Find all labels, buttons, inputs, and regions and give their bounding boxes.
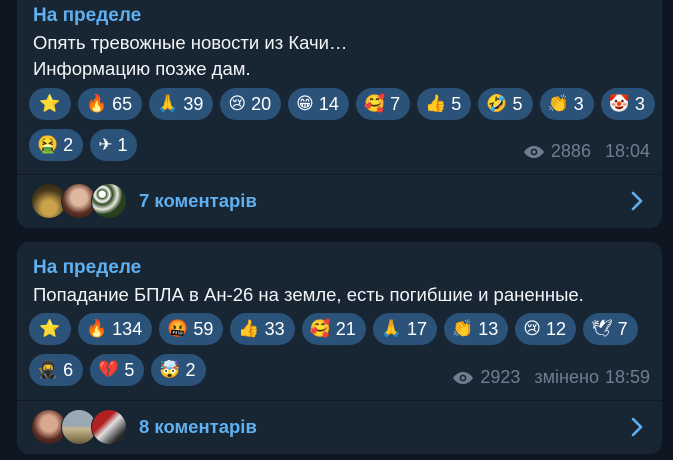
views-eye-icon <box>453 371 474 384</box>
reaction-chip-crying[interactable]: 😢 12 <box>515 313 576 345</box>
rofl-icon: 🤣 <box>486 94 508 113</box>
reaction-chip-clap[interactable]: 👏 13 <box>444 313 509 345</box>
comments-count-label[interactable]: 7 коментарів <box>139 190 257 212</box>
reaction-count: 20 <box>251 94 272 114</box>
reaction-chip-star[interactable]: ⭐ <box>29 313 71 345</box>
reaction-chip-clap[interactable]: 👏 3 <box>539 88 594 120</box>
comments-link[interactable]: 8 коментарів <box>17 401 662 453</box>
reaction-count: 39 <box>183 94 204 114</box>
reaction-chip-clown[interactable]: 🤡 3 <box>600 88 655 120</box>
chevron-right-icon[interactable] <box>630 417 644 437</box>
comments-link[interactable]: 7 коментарів <box>17 175 662 227</box>
vomit-face-icon: 🤮 <box>37 135 59 154</box>
star-icon: ⭐ <box>39 94 61 113</box>
smiling-hearts-icon: 🥰 <box>363 94 386 113</box>
reaction-chip-grin[interactable]: 😁 14 <box>288 88 349 120</box>
broken-heart-icon: 💔 <box>98 360 120 379</box>
airplane-icon: ✈ <box>98 135 113 154</box>
reaction-chip-airplane[interactable]: ✈ 1 <box>90 129 138 161</box>
commenter-avatars <box>31 409 131 445</box>
crying-face-icon: 😢 <box>523 319 541 338</box>
reaction-chip-smiling-hearts[interactable]: 🥰 7 <box>355 88 411 120</box>
avatar <box>91 183 127 219</box>
reaction-count: 1 <box>117 135 128 155</box>
reaction-count: 134 <box>112 319 143 339</box>
exploding-head-icon: 🤯 <box>159 360 181 379</box>
thumbs-up-icon: 👍 <box>238 319 260 338</box>
reaction-count: 3 <box>573 94 584 114</box>
reaction-count: 65 <box>112 94 133 114</box>
reaction-count: 33 <box>264 319 285 339</box>
message-text-line: Опять тревожные новости из Качи… <box>33 32 348 53</box>
channel-author-name[interactable]: На пределе <box>33 5 141 27</box>
message-meta: 2923 змінено 18:59 <box>452 367 650 388</box>
message-text-line: Информацию позже дам. <box>33 58 251 79</box>
reaction-count: 13 <box>478 319 499 339</box>
clown-icon: 🤡 <box>608 94 630 113</box>
pray-icon: 🙏 <box>380 319 402 338</box>
message-bubble[interactable]: На пределе Опять тревожные новости из Ка… <box>17 0 662 228</box>
reaction-count: 12 <box>545 319 566 339</box>
reaction-chip-broken-heart[interactable]: 💔 5 <box>90 354 145 386</box>
reaction-chip-cursing[interactable]: 🤬 59 <box>159 313 224 345</box>
edited-label: змінено <box>534 367 599 387</box>
comments-count-label[interactable]: 8 коментарів <box>139 416 257 438</box>
clap-icon: 👏 <box>452 319 474 338</box>
views-count: 2886 <box>550 141 591 161</box>
chevron-right-icon[interactable] <box>630 191 644 211</box>
reaction-chip-fire[interactable]: 🔥 134 <box>78 313 153 345</box>
reaction-count: 2 <box>185 360 196 380</box>
reaction-count: 7 <box>390 94 401 114</box>
reaction-chip-exploding-head[interactable]: 🤯 2 <box>151 354 206 386</box>
reaction-chip-dove[interactable]: 🕊 7 <box>583 313 638 345</box>
reaction-chip-rofl[interactable]: 🤣 5 <box>478 88 533 120</box>
reaction-count: 17 <box>407 319 428 339</box>
reaction-count: 14 <box>318 94 339 114</box>
grin-icon: 😁 <box>296 94 314 113</box>
reaction-chip-fire[interactable]: 🔥 65 <box>78 88 143 120</box>
commenter-avatars <box>31 183 131 219</box>
reaction-chip-smiling-hearts[interactable]: 🥰 21 <box>301 313 366 345</box>
reaction-chip-thumbs-up[interactable]: 👍 33 <box>230 313 295 345</box>
reaction-chip-pray[interactable]: 🙏 17 <box>372 313 438 345</box>
reaction-chip-thumbs-up[interactable]: 👍 5 <box>417 88 472 120</box>
reaction-count: 6 <box>63 360 74 380</box>
avatar <box>91 409 127 445</box>
channel-author-name[interactable]: На пределе <box>33 257 141 279</box>
reaction-count: 3 <box>634 94 645 114</box>
reaction-count: 7 <box>617 319 628 339</box>
reaction-count: 21 <box>335 319 356 339</box>
message-text-line: Попадание БПЛА в Ан-26 на земле, есть по… <box>33 284 584 305</box>
message-time: 18:59 <box>604 367 650 387</box>
cursing-face-icon: 🤬 <box>167 319 189 338</box>
thumbs-up-icon: 👍 <box>425 94 447 113</box>
pray-icon: 🙏 <box>157 94 179 113</box>
reaction-count: 59 <box>193 319 214 339</box>
fire-icon: 🔥 <box>86 94 108 113</box>
reaction-chip-crying[interactable]: 😢 20 <box>220 88 282 120</box>
reaction-count: 5 <box>512 94 523 114</box>
reaction-chip-pray[interactable]: 🙏 39 <box>149 88 214 120</box>
message-meta: 2886 18:04 <box>523 141 650 162</box>
clap-icon: 👏 <box>547 94 569 113</box>
views-count: 2923 <box>480 367 521 387</box>
reaction-chip-star[interactable]: ⭐ <box>29 88 71 120</box>
reaction-chip-vomit[interactable]: 🤮 2 <box>29 129 84 161</box>
reaction-chip-ninja[interactable]: 🥷 6 <box>29 354 84 386</box>
crying-face-icon: 😢 <box>228 94 247 113</box>
reaction-count: 5 <box>451 94 462 114</box>
views-eye-icon <box>523 145 544 158</box>
message-time: 18:04 <box>604 141 650 161</box>
reaction-count: 2 <box>63 135 74 155</box>
smiling-hearts-icon: 🥰 <box>309 319 331 338</box>
dove-icon: 🕊 <box>591 319 613 338</box>
star-icon: ⭐ <box>39 319 61 338</box>
message-bubble[interactable]: На пределе Попадание БПЛА в Ан-26 на зем… <box>17 242 662 454</box>
ninja-icon: 🥷 <box>37 360 59 379</box>
reaction-count: 5 <box>124 360 135 380</box>
fire-icon: 🔥 <box>86 319 108 338</box>
